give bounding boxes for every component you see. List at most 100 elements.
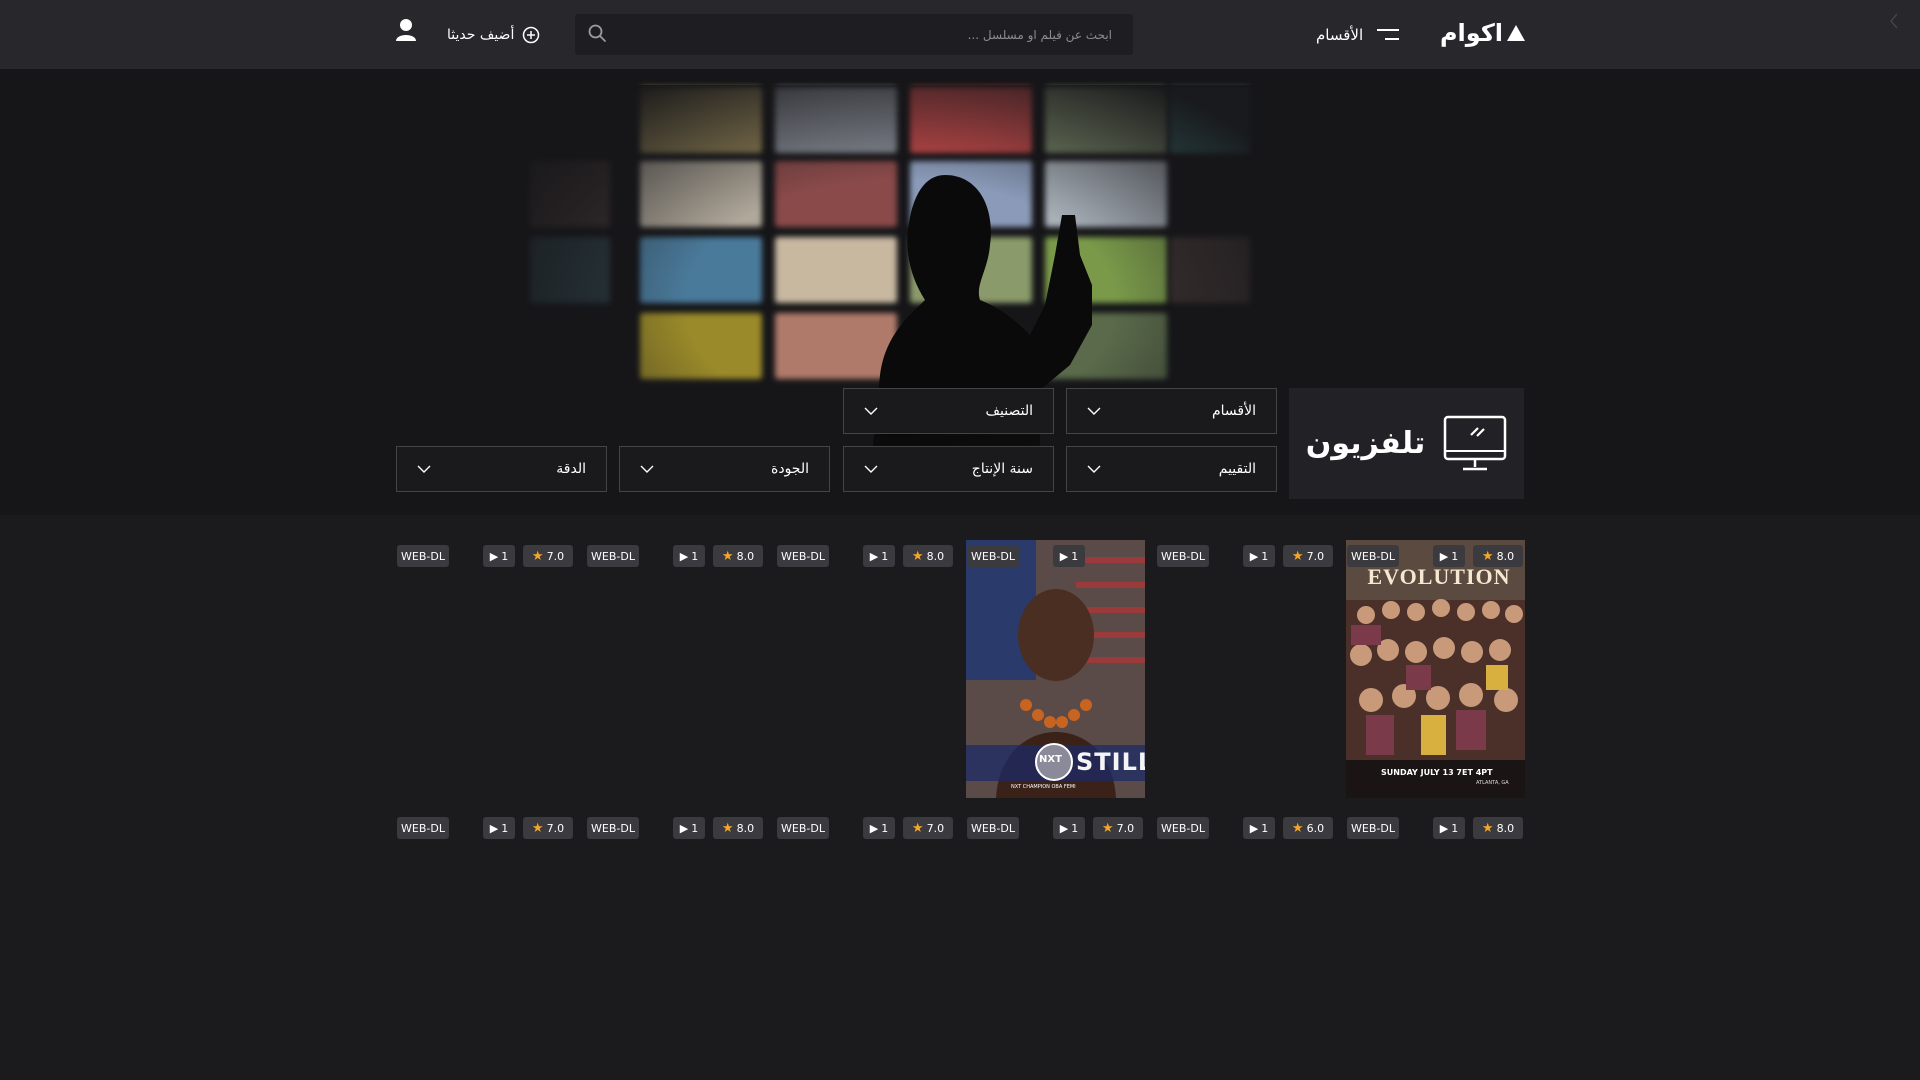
- episode-badge-value: 1: [501, 821, 509, 835]
- poster-evolution[interactable]: EVOLUTION SUNDAY JULY 13 7ET 4PT ATLANTA…: [1346, 540, 1525, 798]
- rating-badge: ★ 8.0: [903, 545, 953, 567]
- play-icon: ▶: [1059, 549, 1069, 563]
- classification-filter-label: التصنيف: [985, 403, 1033, 419]
- rating-badge-value: 8.0: [736, 549, 755, 563]
- play-icon: ▶: [869, 549, 879, 563]
- quality-badge-value: WEB-DL: [1351, 821, 1395, 835]
- recently-added-label: أضيف حديثا: [447, 27, 515, 43]
- quality-badge-value: WEB-DL: [971, 549, 1015, 563]
- quality-badge-value: WEB-DL: [591, 549, 635, 563]
- rating-badge-value: 7.0: [1306, 549, 1325, 563]
- play-icon: ▶: [1059, 821, 1069, 835]
- quality-badge-value: WEB-DL: [401, 549, 445, 563]
- episode-badge-value: 1: [1071, 549, 1079, 563]
- play-icon: ▶: [1249, 821, 1259, 835]
- episode-badge: ▶ 1: [1053, 545, 1085, 567]
- star-icon: ★: [1291, 820, 1304, 836]
- episode-badge-value: 1: [691, 549, 699, 563]
- chevron-down-icon: [1087, 407, 1101, 415]
- chevron-down-icon: [1087, 465, 1101, 473]
- episode-badge: ▶ 1: [863, 545, 895, 567]
- star-icon: ★: [911, 548, 924, 564]
- logo-text: اكوام: [1439, 19, 1503, 47]
- resolution-filter[interactable]: الدقة: [396, 446, 607, 492]
- sections-filter[interactable]: الأقسام: [1066, 388, 1277, 434]
- star-icon: ★: [721, 820, 734, 836]
- user-icon[interactable]: [395, 18, 417, 42]
- episode-badge-value: 1: [501, 549, 509, 563]
- rating-badge-value: 8.0: [736, 821, 755, 835]
- recently-added-button[interactable]: أضيف حديثا: [447, 20, 540, 50]
- star-icon: ★: [721, 548, 734, 564]
- rating-badge: ★ 8.0: [713, 817, 763, 839]
- year-filter[interactable]: سنة الإنتاج: [843, 446, 1054, 492]
- chevron-left-icon[interactable]: [1888, 12, 1900, 30]
- tv-icon: [1443, 415, 1507, 470]
- rating-badge-value: 7.0: [546, 549, 565, 563]
- star-icon: ★: [911, 820, 924, 836]
- episode-badge-value: 1: [1451, 549, 1459, 563]
- episode-badge: ▶ 1: [483, 545, 515, 567]
- quality-badge: WEB-DL: [587, 817, 639, 839]
- star-icon: ★: [1291, 548, 1304, 564]
- episode-badge: ▶ 1: [1433, 545, 1465, 567]
- play-icon: ▶: [489, 549, 499, 563]
- episode-badge-value: 1: [881, 549, 889, 563]
- episode-badge: ▶ 1: [673, 545, 705, 567]
- quality-badge-value: WEB-DL: [971, 821, 1015, 835]
- chevron-down-icon: [864, 465, 878, 473]
- play-icon: ▶: [489, 821, 499, 835]
- quality-badge: WEB-DL: [1157, 545, 1209, 567]
- site-logo[interactable]: اكوام: [1425, 18, 1525, 48]
- quality-badge: WEB-DL: [397, 817, 449, 839]
- quality-badge-value: WEB-DL: [1161, 549, 1205, 563]
- rating-badge-value: 7.0: [546, 821, 565, 835]
- search-icon[interactable]: [587, 23, 607, 43]
- play-icon: ▶: [679, 821, 689, 835]
- category-header: تلفزيون: [1289, 388, 1524, 499]
- quality-badge-value: WEB-DL: [401, 821, 445, 835]
- rating-badge: ★ 7.0: [1093, 817, 1143, 839]
- rating-filter[interactable]: التقييم: [1066, 446, 1277, 492]
- quality-badge: WEB-DL: [1157, 817, 1209, 839]
- star-icon: ★: [531, 820, 544, 836]
- rating-badge-value: 7.0: [1116, 821, 1135, 835]
- rating-badge-value: 8.0: [1496, 821, 1515, 835]
- quality-badge: WEB-DL: [397, 545, 449, 567]
- episode-badge: ▶ 1: [483, 817, 515, 839]
- chevron-down-icon: [417, 465, 431, 473]
- quality-filter[interactable]: الجودة: [619, 446, 830, 492]
- poster-evolution-place: ATLANTA, GA: [1476, 780, 1509, 786]
- quality-badge: WEB-DL: [777, 817, 829, 839]
- episode-badge-value: 1: [1261, 549, 1269, 563]
- episode-badge: ▶ 1: [1053, 817, 1085, 839]
- poster-nxt-logo: NXT: [1039, 754, 1062, 765]
- rating-badge: ★ 7.0: [903, 817, 953, 839]
- chevron-down-icon: [864, 407, 878, 415]
- episode-badge-value: 1: [881, 821, 889, 835]
- year-filter-label: سنة الإنتاج: [971, 461, 1033, 477]
- chevron-down-icon: [640, 465, 654, 473]
- sections-menu-button[interactable]: الأقسام: [1316, 20, 1400, 50]
- star-icon: ★: [1101, 820, 1114, 836]
- poster-nxt[interactable]: NXT STILL NXT CHAMPION OBA FEMI: [966, 540, 1145, 798]
- rating-badge-value: 6.0: [1306, 821, 1325, 835]
- rating-badge: ★ 6.0: [1283, 817, 1333, 839]
- menu-icon: [1377, 29, 1400, 41]
- rating-badge: ★ 7.0: [523, 545, 573, 567]
- quality-badge-value: WEB-DL: [781, 549, 825, 563]
- sections-filter-label: الأقسام: [1212, 403, 1256, 419]
- rating-badge: ★ 8.0: [1473, 817, 1523, 839]
- hero-banner: الأقسام التصنيف التقييم سنة الإنتاج الجو…: [0, 69, 1920, 515]
- category-title: تلفزيون: [1305, 426, 1426, 461]
- quality-badge-value: WEB-DL: [781, 821, 825, 835]
- episode-badge: ▶ 1: [673, 817, 705, 839]
- rating-badge-value: 8.0: [1496, 549, 1515, 563]
- poster-nxt-caption: NXT CHAMPION OBA FEMI: [1011, 784, 1076, 790]
- episode-badge: ▶ 1: [1243, 545, 1275, 567]
- quality-badge: WEB-DL: [587, 545, 639, 567]
- search-input[interactable]: [625, 14, 1120, 55]
- rating-badge: ★ 8.0: [713, 545, 763, 567]
- classification-filter[interactable]: التصنيف: [843, 388, 1054, 434]
- rating-badge: ★ 7.0: [523, 817, 573, 839]
